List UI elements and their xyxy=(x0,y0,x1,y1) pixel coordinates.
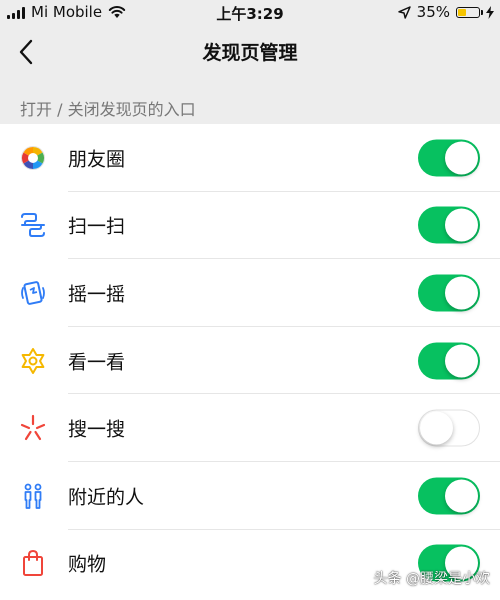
list-item-scan: 扫一扫 xyxy=(0,192,500,260)
toggle-knob xyxy=(445,479,478,513)
toggle-knob xyxy=(445,208,478,242)
search-star-icon xyxy=(19,414,47,442)
list-item-label: 附近的人 xyxy=(68,486,145,509)
list-item-search: 搜一搜 xyxy=(0,394,500,462)
toggle-knob xyxy=(445,344,478,378)
toggle-moments[interactable] xyxy=(418,139,480,177)
list-item-top-stories: 看一看 xyxy=(0,327,500,395)
moments-icon xyxy=(19,144,47,172)
toggle-knob xyxy=(420,411,453,445)
scan-icon xyxy=(19,211,47,239)
list-item-moments: 朋友圈 xyxy=(0,124,500,192)
people-nearby-icon xyxy=(19,482,47,510)
list-item-people-nearby: 附近的人 xyxy=(0,462,500,530)
location-arrow-icon xyxy=(397,5,411,19)
toggle-search[interactable] xyxy=(418,409,480,447)
top-stories-icon xyxy=(19,347,47,375)
toggle-scan[interactable] xyxy=(418,206,480,244)
list-item-label: 搜一搜 xyxy=(68,418,126,441)
list-item-label: 朋友圈 xyxy=(68,148,126,171)
nav-bar: 发现页管理 xyxy=(0,26,500,78)
toggle-top-stories[interactable] xyxy=(418,342,480,380)
list-item-label: 扫一扫 xyxy=(68,215,126,238)
page-title: 发现页管理 xyxy=(202,42,298,64)
battery-percent: 35% xyxy=(416,3,450,21)
toggle-knob xyxy=(445,141,478,175)
status-right: 35% xyxy=(397,3,494,21)
list-item-label: 看一看 xyxy=(68,351,126,374)
watermark: 头条 @腰梁是小欢 xyxy=(373,571,490,587)
charging-icon xyxy=(486,5,494,19)
battery-level xyxy=(458,8,466,16)
shake-icon xyxy=(19,279,47,307)
status-bar: Mi Mobile 上午3:29 35% xyxy=(0,0,500,26)
battery-icon xyxy=(456,6,483,18)
toggle-people-nearby[interactable] xyxy=(418,477,480,515)
discover-entries-list: 朋友圈 扫一扫 摇一摇 看一看 搜一搜 附近的人 购物 xyxy=(0,124,500,600)
shopping-bag-icon xyxy=(19,549,47,577)
section-header: 打开 / 关闭发现页的入口 xyxy=(20,100,196,119)
toggle-knob xyxy=(445,276,478,310)
list-item-shake: 摇一摇 xyxy=(0,259,500,327)
list-item-label: 购物 xyxy=(68,553,107,576)
toggle-shake[interactable] xyxy=(418,274,480,312)
list-item-label: 摇一摇 xyxy=(68,283,126,306)
